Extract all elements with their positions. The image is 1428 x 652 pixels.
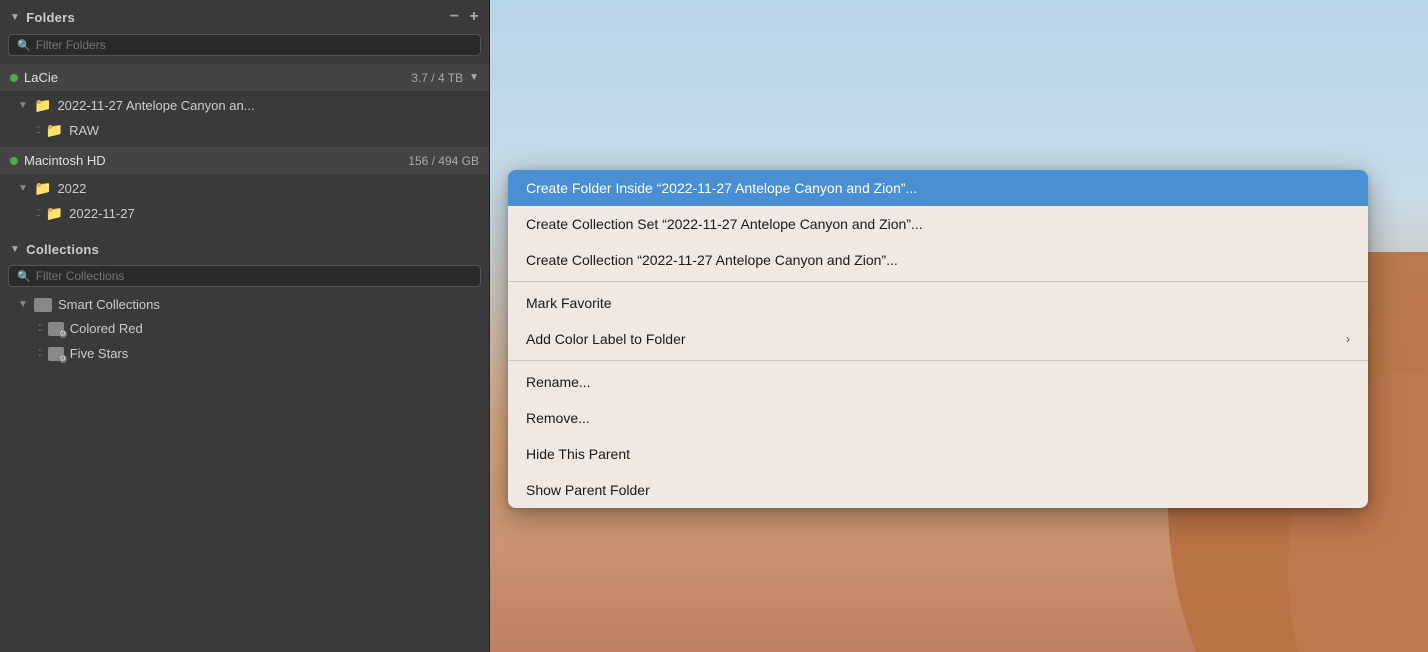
folders-filter-bar: 🔍 [8,34,481,56]
create-collection-set-item[interactable]: Create Collection Set “2022-11-27 Antelo… [508,206,1368,242]
remove-item[interactable]: Remove... [508,400,1368,436]
folders-section-header: ▼ Folders − + [0,0,489,32]
smart-collections-row[interactable]: ▼ Smart Collections [0,293,489,316]
folders-add-button[interactable]: + [469,8,479,26]
add-color-label-item[interactable]: Add Color Label to Folder › [508,321,1368,357]
rename-label: Rename... [526,374,591,390]
show-parent-folder-item[interactable]: Show Parent Folder [508,472,1368,508]
folders-title: Folders [26,10,75,25]
rename-item[interactable]: Rename... [508,364,1368,400]
lacie-drive-left: LaCie [10,70,58,85]
colored-red-smart-icon [48,322,64,336]
raw-folder[interactable]: ⁚⁚ 📁 RAW [0,118,489,143]
antelope-canyon-folder[interactable]: ▼ 📁 2022-11-27 Antelope Canyon an... [0,93,489,118]
collections-search-icon: 🔍 [17,270,31,283]
five-stars-smart-icon [48,347,64,361]
collections-section: ▼ Collections 🔍 ▼ Smart Collections ⁚⁚ C… [0,234,489,652]
search-icon: 🔍 [17,39,31,52]
2022-folder-icon: 📁 [34,180,51,197]
2022-11-27-folder[interactable]: ⁚⁚ 📁 2022-11-27 [0,201,489,226]
folders-remove-button[interactable]: − [450,8,460,26]
collections-title: Collections [26,242,99,257]
2022-11-27-expand-dots: ⁚⁚ [36,208,40,219]
lacie-dropdown-icon[interactable]: ▼ [469,72,479,83]
macintosh-hd-drive-row[interactable]: Macintosh HD 156 / 494 GB [0,147,489,174]
create-folder-inside-item[interactable]: Create Folder Inside “2022-11-27 Antelop… [508,170,1368,206]
colored-red-item[interactable]: ⁚⁚ Colored Red [0,316,489,341]
hide-parent-label: Hide This Parent [526,446,630,462]
smart-collections-label: Smart Collections [58,297,160,312]
five-stars-label: Five Stars [70,346,129,361]
show-parent-folder-label: Show Parent Folder [526,482,650,498]
right-background: Create Folder Inside “2022-11-27 Antelop… [490,0,1428,652]
raw-folder-icon: 📁 [46,122,63,139]
lacie-indicator [10,74,18,82]
collections-section-header: ▼ Collections [0,234,489,263]
2022-folder[interactable]: ▼ 📁 2022 [0,176,489,201]
2022-11-27-folder-label: 2022-11-27 [69,206,135,221]
add-color-label-label: Add Color Label to Folder [526,331,686,347]
collections-filter-input[interactable] [36,269,472,283]
antelope-expand-icon: ▼ [18,100,30,111]
separator-2 [508,360,1368,361]
folders-filter-input[interactable] [36,38,472,52]
colored-red-dots: ⁚⁚ [38,323,42,334]
smart-collections-folder-icon [34,298,52,312]
macintosh-storage: 156 / 494 GB [408,154,479,168]
lacie-storage: 3.7 / 4 TB [411,71,463,85]
separator-1 [508,281,1368,282]
mark-favorite-label: Mark Favorite [526,295,612,311]
lacie-drive-name: LaCie [24,70,58,85]
macintosh-drive-info: 156 / 494 GB [408,154,479,168]
folders-expand-icon[interactable]: ▼ [10,12,20,23]
macintosh-indicator [10,157,18,165]
lacie-drive-info: 3.7 / 4 TB ▼ [411,71,479,85]
add-color-label-chevron: › [1346,332,1350,346]
folders-header-left: ▼ Folders [10,10,75,25]
collections-filter-bar: 🔍 [8,265,481,287]
macintosh-drive-name: Macintosh HD [24,153,106,168]
2022-folder-label: 2022 [57,181,86,196]
collections-header-left: ▼ Collections [10,242,99,257]
colored-red-label: Colored Red [70,321,143,336]
context-menu: Create Folder Inside “2022-11-27 Antelop… [508,170,1368,508]
create-collection-label: Create Collection “2022-11-27 Antelope C… [526,252,898,268]
five-stars-dots: ⁚⁚ [38,348,42,359]
antelope-folder-icon: 📁 [34,97,51,114]
folders-controls: − + [450,8,479,26]
create-folder-inside-label: Create Folder Inside “2022-11-27 Antelop… [526,180,917,196]
2022-expand-icon: ▼ [18,183,30,194]
create-collection-item[interactable]: Create Collection “2022-11-27 Antelope C… [508,242,1368,278]
2022-11-27-folder-icon: 📁 [46,205,63,222]
hide-parent-item[interactable]: Hide This Parent [508,436,1368,472]
mark-favorite-item[interactable]: Mark Favorite [508,285,1368,321]
lacie-drive-row[interactable]: LaCie 3.7 / 4 TB ▼ [0,64,489,91]
remove-label: Remove... [526,410,590,426]
raw-expand-dots: ⁚⁚ [36,125,40,136]
raw-folder-label: RAW [69,123,99,138]
five-stars-item[interactable]: ⁚⁚ Five Stars [0,341,489,366]
left-panel: ▼ Folders − + 🔍 LaCie 3.7 / 4 TB ▼ ▼ 📁 2… [0,0,490,652]
collections-expand-icon[interactable]: ▼ [10,244,20,255]
macintosh-drive-left: Macintosh HD [10,153,106,168]
antelope-folder-label: 2022-11-27 Antelope Canyon an... [57,98,254,113]
smart-collections-expand: ▼ [18,299,30,310]
create-collection-set-label: Create Collection Set “2022-11-27 Antelo… [526,216,923,232]
